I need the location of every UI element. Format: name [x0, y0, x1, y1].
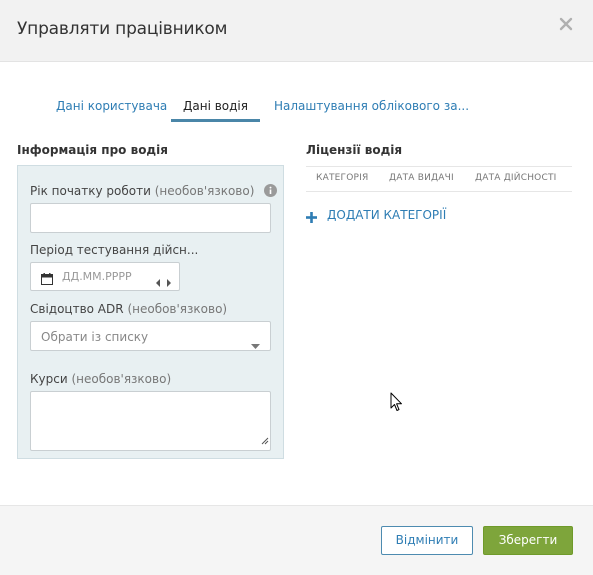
test-period-date-input[interactable]: ДД.ММ.РРРР — [30, 262, 180, 291]
adr-label-text: Свідоцтво ADR — [30, 302, 124, 316]
save-button[interactable]: Зберегти — [483, 526, 573, 555]
column-issue-date: ДАТА ВИДАЧІ — [389, 173, 454, 183]
optional-hint: (необов'язково) — [127, 302, 228, 316]
dialog-footer: Відмінити Зберегти — [0, 505, 593, 575]
tab-driver-data[interactable]: Дані водія — [171, 92, 260, 122]
dialog-header: Управляти працівником — [0, 0, 593, 62]
work-start-year-input[interactable] — [30, 203, 271, 233]
adr-label: Свідоцтво ADR (необов'язково) — [30, 302, 227, 316]
cancel-button[interactable]: Відмінити — [381, 526, 473, 555]
column-valid-date: ДАТА ДІЙСНОСТІ — [475, 173, 557, 183]
info-icon[interactable] — [264, 184, 278, 200]
courses-label: Курси (необов'язково) — [30, 372, 171, 386]
optional-hint: (необов'язково) — [71, 372, 172, 386]
manage-employee-dialog: Управляти працівником Дані користувача Д… — [0, 0, 593, 575]
courses-label-text: Курси — [30, 372, 68, 386]
tab-user-data[interactable]: Дані користувача — [56, 92, 167, 120]
left-right-arrows-icon[interactable] — [156, 272, 171, 291]
driver-info-title: Інформація про водія — [17, 143, 168, 157]
licenses-title: Ліцензії водія — [306, 143, 403, 157]
optional-hint: (необов'язково) — [154, 184, 255, 198]
close-icon[interactable] — [559, 17, 573, 31]
plus-icon — [306, 208, 317, 227]
work-start-year-label-text: Рік початку роботи — [30, 184, 151, 198]
licenses-table-header: КАТЕГОРІЯ ДАТА ВИДАЧІ ДАТА ДІЙСНОСТІ — [306, 166, 572, 192]
chevron-down-icon — [251, 334, 260, 353]
date-placeholder: ДД.ММ.РРРР — [62, 270, 132, 283]
courses-textarea[interactable] — [30, 391, 271, 451]
mouse-cursor-icon — [390, 392, 403, 417]
add-category-label: ДОДАТИ КАТЕГОРІЇ — [327, 208, 447, 222]
calendar-icon[interactable] — [41, 270, 53, 289]
column-category: КАТЕГОРІЯ — [316, 173, 369, 183]
driver-info-panel: Рік початку роботи (необов'язково) Періо… — [17, 165, 284, 459]
adr-select-value: Обрати із списку — [41, 330, 149, 344]
tab-bar: Дані користувача Дані водія Налаштування… — [0, 92, 593, 122]
dialog-title: Управляти працівником — [17, 19, 228, 39]
test-period-label: Період тестування дійсн... — [30, 243, 199, 257]
tab-account-settings[interactable]: Налаштування облікового за... — [274, 92, 469, 120]
adr-select[interactable]: Обрати із списку — [30, 321, 271, 351]
resize-grip-icon[interactable] — [261, 430, 269, 449]
work-start-year-label: Рік початку роботи (необов'язково) — [30, 184, 278, 200]
